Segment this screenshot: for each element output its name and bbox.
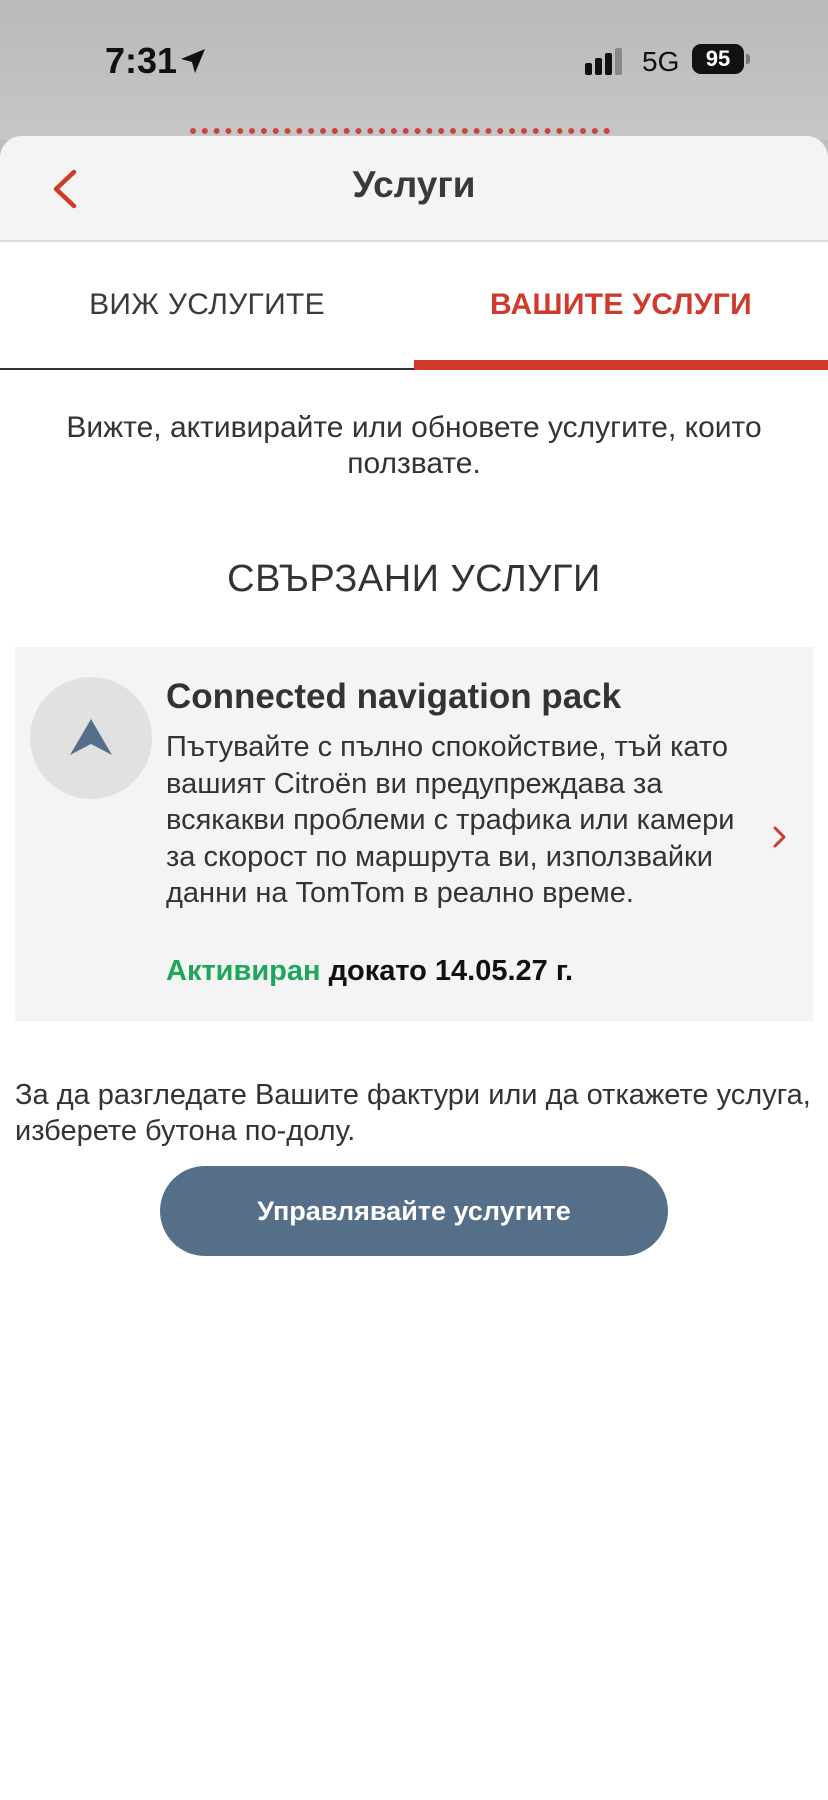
info-text: За да разгледате Вашите фактури или да о…	[15, 1079, 811, 1147]
navigation-arrow-icon	[70, 719, 112, 755]
tab-your-services[interactable]: ВАШИТЕ УСЛУГИ	[414, 242, 828, 368]
location-arrow-icon	[181, 49, 205, 73]
tab-bar: ВИЖ УСЛУГИТЕ ВАШИТЕ УСЛУГИ	[0, 242, 828, 370]
service-description: Пътувайте с пълно спокойствие, тъй като …	[166, 731, 735, 909]
status-badge: Активиран	[166, 955, 321, 987]
header: Услуги	[0, 136, 828, 242]
network-type: 5G	[642, 46, 680, 77]
service-title: Connected navigation pack	[166, 677, 622, 716]
service-icon-circle	[30, 677, 152, 799]
status-bar: 7:31 5G 95	[0, 0, 828, 140]
status-time: 7:31	[105, 40, 178, 81]
services-sheet: Услуги ВИЖ УСЛУГИТЕ ВАШИТЕ УСЛУГИ Вижте,…	[0, 136, 828, 1800]
cellular-signal-icon	[585, 48, 625, 75]
tab-active-indicator	[414, 360, 828, 370]
manage-services-button[interactable]: Управлявайте услугите	[160, 1166, 668, 1256]
page-title: Услуги	[352, 164, 476, 205]
intro-text: Вижте, активирайте или обновете услугите…	[66, 411, 762, 480]
battery-icon	[746, 54, 750, 64]
chevron-right-icon[interactable]	[770, 823, 790, 851]
service-card[interactable]: Connected navigation pack Пътувайте с пъ…	[15, 647, 813, 1021]
service-status: Активиран докато 14.05.27 г.	[166, 955, 573, 988]
section-title: СВЪРЗАНИ УСЛУГИ	[227, 558, 601, 600]
battery-level: 95	[692, 44, 744, 74]
status-expiry: докато 14.05.27 г.	[320, 955, 574, 987]
tab-view-services[interactable]: ВИЖ УСЛУГИТЕ	[0, 242, 414, 368]
